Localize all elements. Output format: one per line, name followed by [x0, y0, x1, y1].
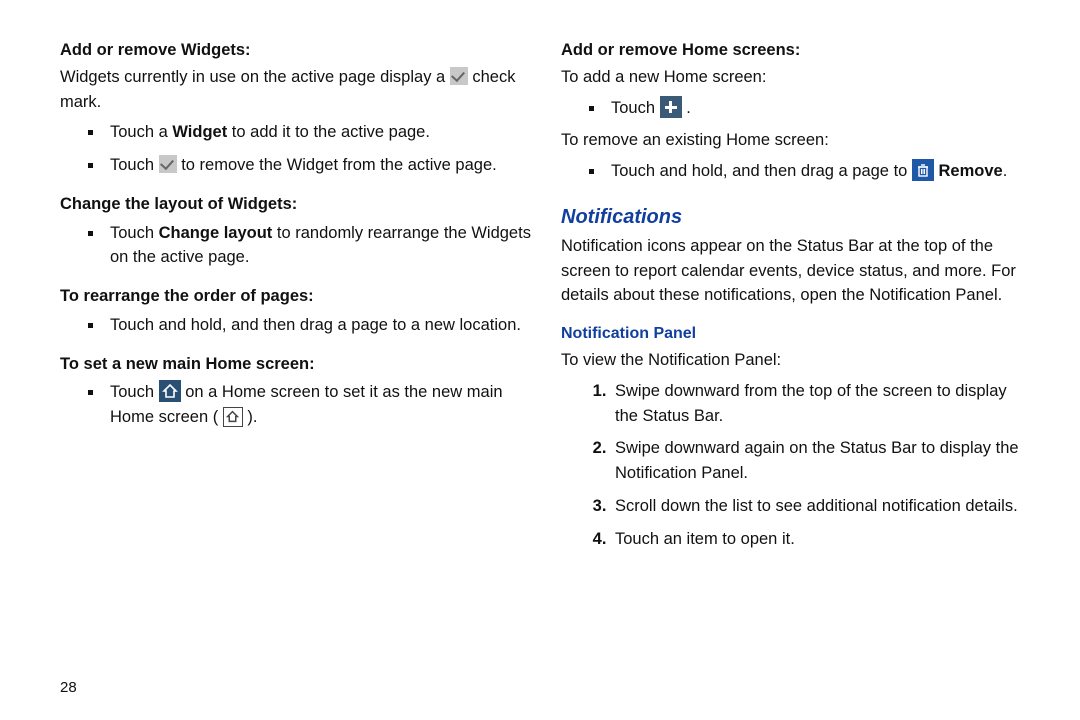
remove-home-line: To remove an existing Home screen: [561, 128, 1032, 153]
heading-notification-panel: Notification Panel [561, 322, 1032, 346]
panel-step-2: Swipe downward again on the Status Bar t… [611, 436, 1032, 486]
widgets-intro: Widgets currently in use on the active p… [60, 65, 531, 115]
plus-icon [660, 96, 682, 118]
widgets-bullet-remove: Touch to remove the Widget from the acti… [104, 153, 531, 178]
heading-rearrange-pages: To rearrange the order of pages: [60, 284, 531, 309]
panel-intro: To view the Notification Panel: [561, 348, 1032, 373]
home-outline-icon [223, 407, 243, 427]
home-filled-icon [159, 380, 181, 402]
heading-notifications: Notifications [561, 202, 1032, 232]
heading-add-remove-widgets: Add or remove Widgets: [60, 38, 531, 63]
widgets-bullets: Touch a Widget to add it to the active p… [60, 120, 531, 178]
panel-step-1: Swipe downward from the top of the scree… [611, 379, 1032, 429]
checkmark-icon [159, 155, 177, 173]
panel-steps: Swipe downward from the top of the scree… [561, 379, 1032, 552]
mainhome-bullet: Touch on a Home screen to set it as the … [104, 380, 531, 430]
layout-bullets: Touch Change layout to randomly rearrang… [60, 221, 531, 271]
checkmark-icon [450, 67, 468, 85]
layout-bullet: Touch Change layout to randomly rearrang… [104, 221, 531, 271]
heading-add-remove-home-screens: Add or remove Home screens: [561, 38, 1032, 63]
trash-icon [912, 159, 934, 181]
add-home-bullets: Touch . [561, 96, 1032, 121]
add-home-line: To add a new Home screen: [561, 65, 1032, 90]
heading-main-home: To set a new main Home screen: [60, 352, 531, 377]
notifications-para: Notification icons appear on the Status … [561, 234, 1032, 308]
heading-change-layout: Change the layout of Widgets: [60, 192, 531, 217]
rearrange-bullets: Touch and hold, and then drag a page to … [60, 313, 531, 338]
mainhome-bullets: Touch on a Home screen to set it as the … [60, 380, 531, 430]
panel-step-4: Touch an item to open it. [611, 527, 1032, 552]
remove-home-bullet: Touch and hold, and then drag a page to … [605, 159, 1032, 184]
page-number: 28 [60, 679, 77, 696]
rearrange-bullet: Touch and hold, and then drag a page to … [104, 313, 531, 338]
remove-home-bullets: Touch and hold, and then drag a page to … [561, 159, 1032, 184]
left-column: Add or remove Widgets: Widgets currently… [60, 38, 531, 559]
add-home-bullet: Touch . [605, 96, 1032, 121]
right-column: Add or remove Home screens: To add a new… [561, 38, 1032, 559]
panel-step-3: Scroll down the list to see additional n… [611, 494, 1032, 519]
widgets-bullet-add: Touch a Widget to add it to the active p… [104, 120, 531, 145]
